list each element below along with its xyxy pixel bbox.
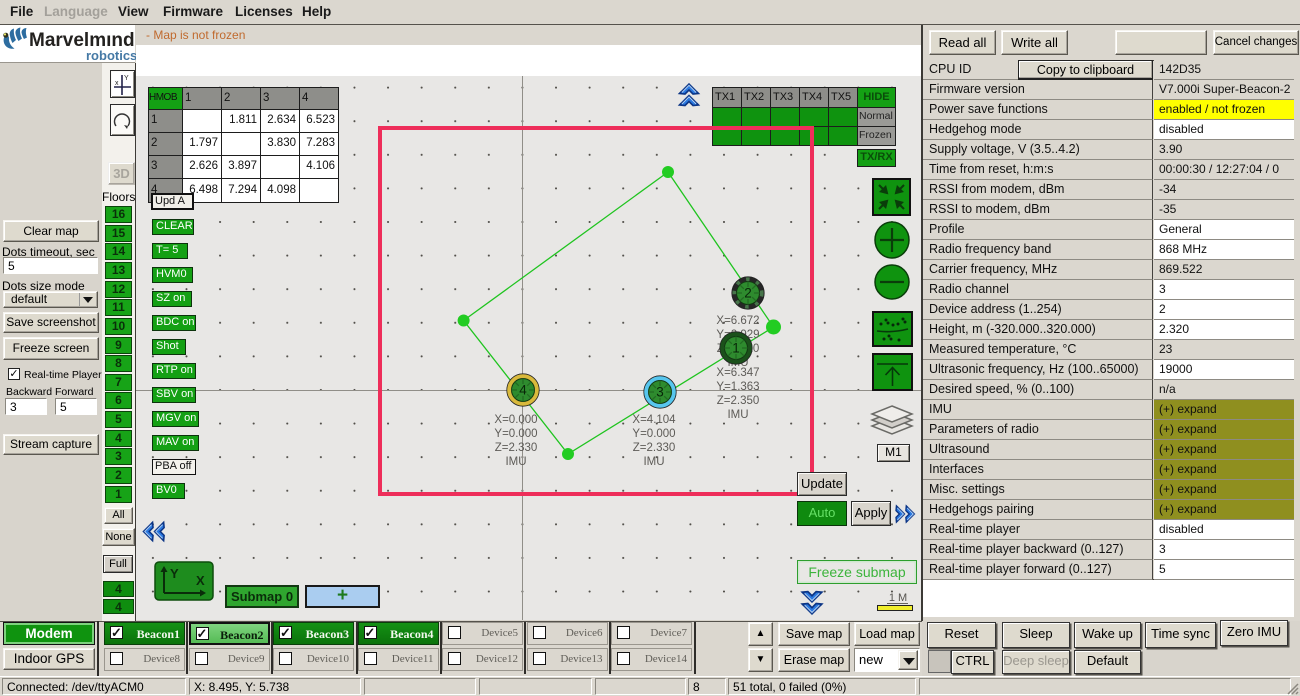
- svg-text:X: X: [196, 573, 205, 588]
- svg-text:1: 1: [732, 341, 740, 356]
- svg-text:x: x: [115, 80, 119, 87]
- svg-text:Y: Y: [170, 566, 179, 581]
- svg-text:2: 2: [744, 285, 752, 300]
- svg-text:4: 4: [519, 383, 527, 398]
- svg-text:3: 3: [656, 385, 664, 400]
- svg-text:Y: Y: [124, 75, 129, 82]
